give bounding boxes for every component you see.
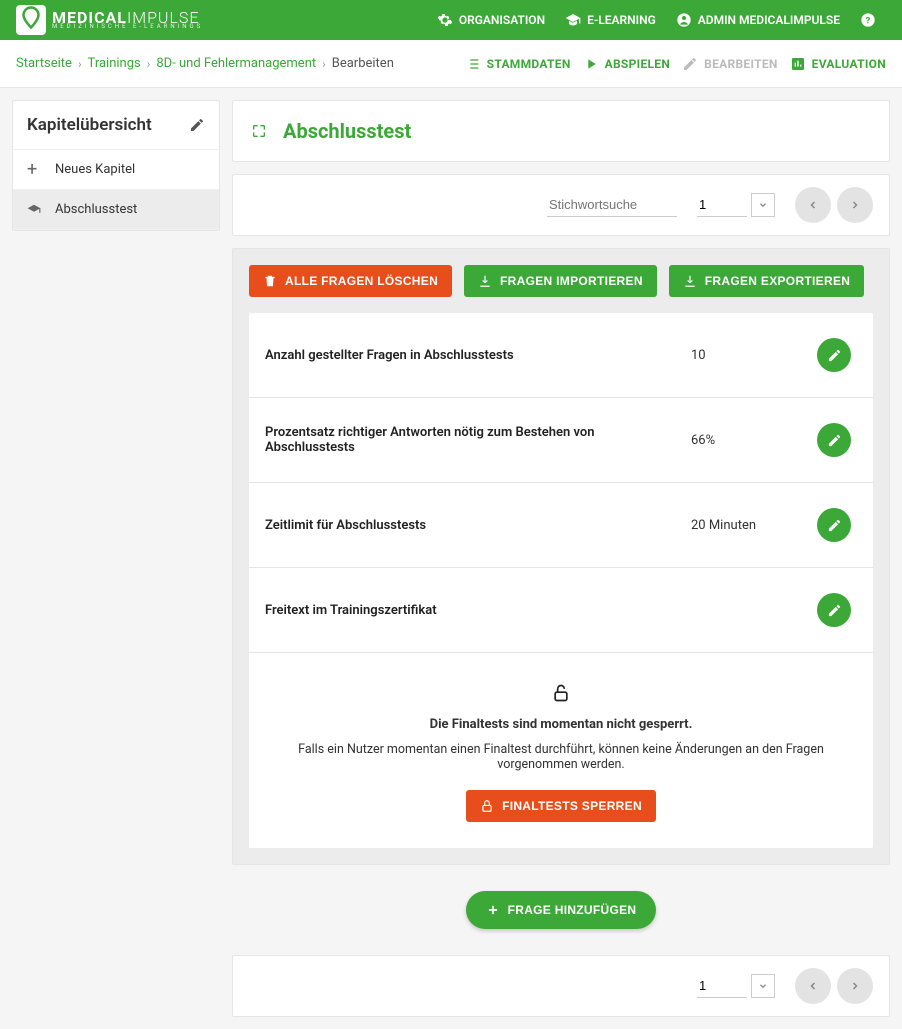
pencil-icon: [827, 433, 842, 448]
nav-organisation[interactable]: ORGANISATION: [427, 12, 555, 28]
chevron-left-icon: [807, 199, 819, 211]
pencil-icon: [827, 603, 842, 618]
add-question-row: FRAGE HINZUFÜGEN: [232, 877, 890, 943]
tab-stammdaten[interactable]: STAMMDATEN: [465, 56, 571, 72]
questions-panel: ALLE FRAGEN LÖSCHEN FRAGEN IMPORTIEREN F…: [232, 248, 890, 865]
bottom-toolbar: [232, 955, 890, 1017]
edit-question-count[interactable]: [817, 338, 851, 372]
sidebar-final-test[interactable]: Abschlusstest: [13, 190, 219, 230]
page-dropdown-bottom[interactable]: [751, 974, 775, 998]
chevron-left-icon: [807, 980, 819, 992]
app-header: MEDICALIMPULSE MEDIZINISCHE E-LEARNINGS …: [0, 0, 902, 40]
setting-pass-percentage: Prozentsatz richtiger Antworten nötig zu…: [249, 397, 873, 482]
sidebar-new-chapter[interactable]: + Neues Kapitel: [13, 150, 219, 190]
download-icon: [683, 274, 697, 288]
sidebar-title: Kapitelübersicht: [27, 115, 152, 135]
chart-icon: [790, 56, 806, 72]
setting-time-limit: Zeitlimit für Abschlusstests 20 Minuten: [249, 482, 873, 567]
setting-certificate-text: Freitext im Trainingszertifikat: [249, 567, 873, 652]
lock-open-icon: [551, 683, 571, 703]
tab-bearbeiten[interactable]: BEARBEITEN: [682, 56, 778, 72]
trash-icon: [263, 274, 277, 288]
logo-sub: MEDIZINISCHE E-LEARNINGS: [52, 24, 203, 30]
nav-help[interactable]: ?: [850, 12, 886, 28]
lock-icon: [480, 799, 494, 813]
play-icon: [583, 56, 599, 72]
crumb-topic[interactable]: 8D- und Fehlermanagement: [156, 56, 316, 71]
chevron-right-icon: [849, 980, 861, 992]
page-next-top[interactable]: [837, 187, 873, 223]
crumb-current: Bearbeiten: [332, 56, 394, 71]
page-input-bottom[interactable]: [697, 974, 747, 998]
crumb-trainings[interactable]: Trainings: [88, 56, 141, 71]
tab-evaluation[interactable]: EVALUATION: [790, 56, 886, 72]
chevron-down-icon: [758, 200, 768, 210]
sub-bar: Startseite › Trainings › 8D- und Fehlerm…: [0, 40, 902, 88]
logo[interactable]: MEDICALIMPULSE MEDIZINISCHE E-LEARNINGS: [16, 5, 203, 35]
delete-all-button[interactable]: ALLE FRAGEN LÖSCHEN: [249, 265, 452, 297]
lock-finaltests-button[interactable]: FINALTESTS SPERREN: [466, 790, 656, 822]
setting-question-count: Anzahl gestellter Fragen in Abschlusstes…: [249, 313, 873, 397]
lock-title: Die Finaltests sind momentan nicht gespe…: [269, 717, 853, 732]
page-title: Abschlusstest: [283, 119, 411, 143]
graduation-icon: [27, 203, 41, 217]
help-icon: ?: [860, 12, 876, 28]
title-card: Abschlusstest: [232, 100, 890, 162]
lock-panel: Die Finaltests sind momentan nicht gespe…: [249, 652, 873, 848]
graduation-icon: [565, 12, 581, 28]
page-prev-top[interactable]: [795, 187, 831, 223]
import-icon: [478, 274, 492, 288]
nav-elearning[interactable]: E-LEARNING: [555, 12, 666, 28]
pencil-icon[interactable]: [189, 117, 205, 133]
expand-icon[interactable]: [251, 123, 267, 139]
edit-certificate-text[interactable]: [817, 593, 851, 627]
gear-icon: [437, 12, 453, 28]
plus-icon: [486, 903, 500, 917]
search-toolbar: [232, 174, 890, 236]
add-question-button[interactable]: FRAGE HINZUFÜGEN: [466, 891, 657, 929]
plus-icon: +: [27, 163, 41, 177]
page-dropdown-top[interactable]: [751, 193, 775, 217]
pencil-icon: [827, 518, 842, 533]
edit-time-limit[interactable]: [817, 508, 851, 542]
lock-desc: Falls ein Nutzer momentan einen Finaltes…: [269, 742, 853, 772]
breadcrumb: Startseite › Trainings › 8D- und Fehlerm…: [16, 56, 394, 71]
pencil-icon: [827, 348, 842, 363]
user-icon: [676, 12, 692, 28]
page-input-top[interactable]: [697, 193, 747, 217]
logo-icon: [16, 5, 46, 35]
pencil-icon: [682, 56, 698, 72]
tab-abspielen[interactable]: ABSPIELEN: [583, 56, 671, 72]
page-next-bottom[interactable]: [837, 968, 873, 1004]
nav-admin[interactable]: ADMIN MEDICALIMPULSE: [666, 12, 850, 28]
export-button[interactable]: FRAGEN EXPORTIEREN: [669, 265, 864, 297]
import-button[interactable]: FRAGEN IMPORTIEREN: [464, 265, 657, 297]
page-prev-bottom[interactable]: [795, 968, 831, 1004]
svg-text:?: ?: [866, 15, 871, 26]
chevron-right-icon: [849, 199, 861, 211]
edit-pass-percentage[interactable]: [817, 423, 851, 457]
search-input[interactable]: [547, 193, 677, 217]
list-icon: [465, 56, 481, 72]
chevron-down-icon: [758, 981, 768, 991]
sidebar: Kapitelübersicht + Neues Kapitel Abschlu…: [12, 100, 220, 231]
crumb-start[interactable]: Startseite: [16, 56, 72, 71]
